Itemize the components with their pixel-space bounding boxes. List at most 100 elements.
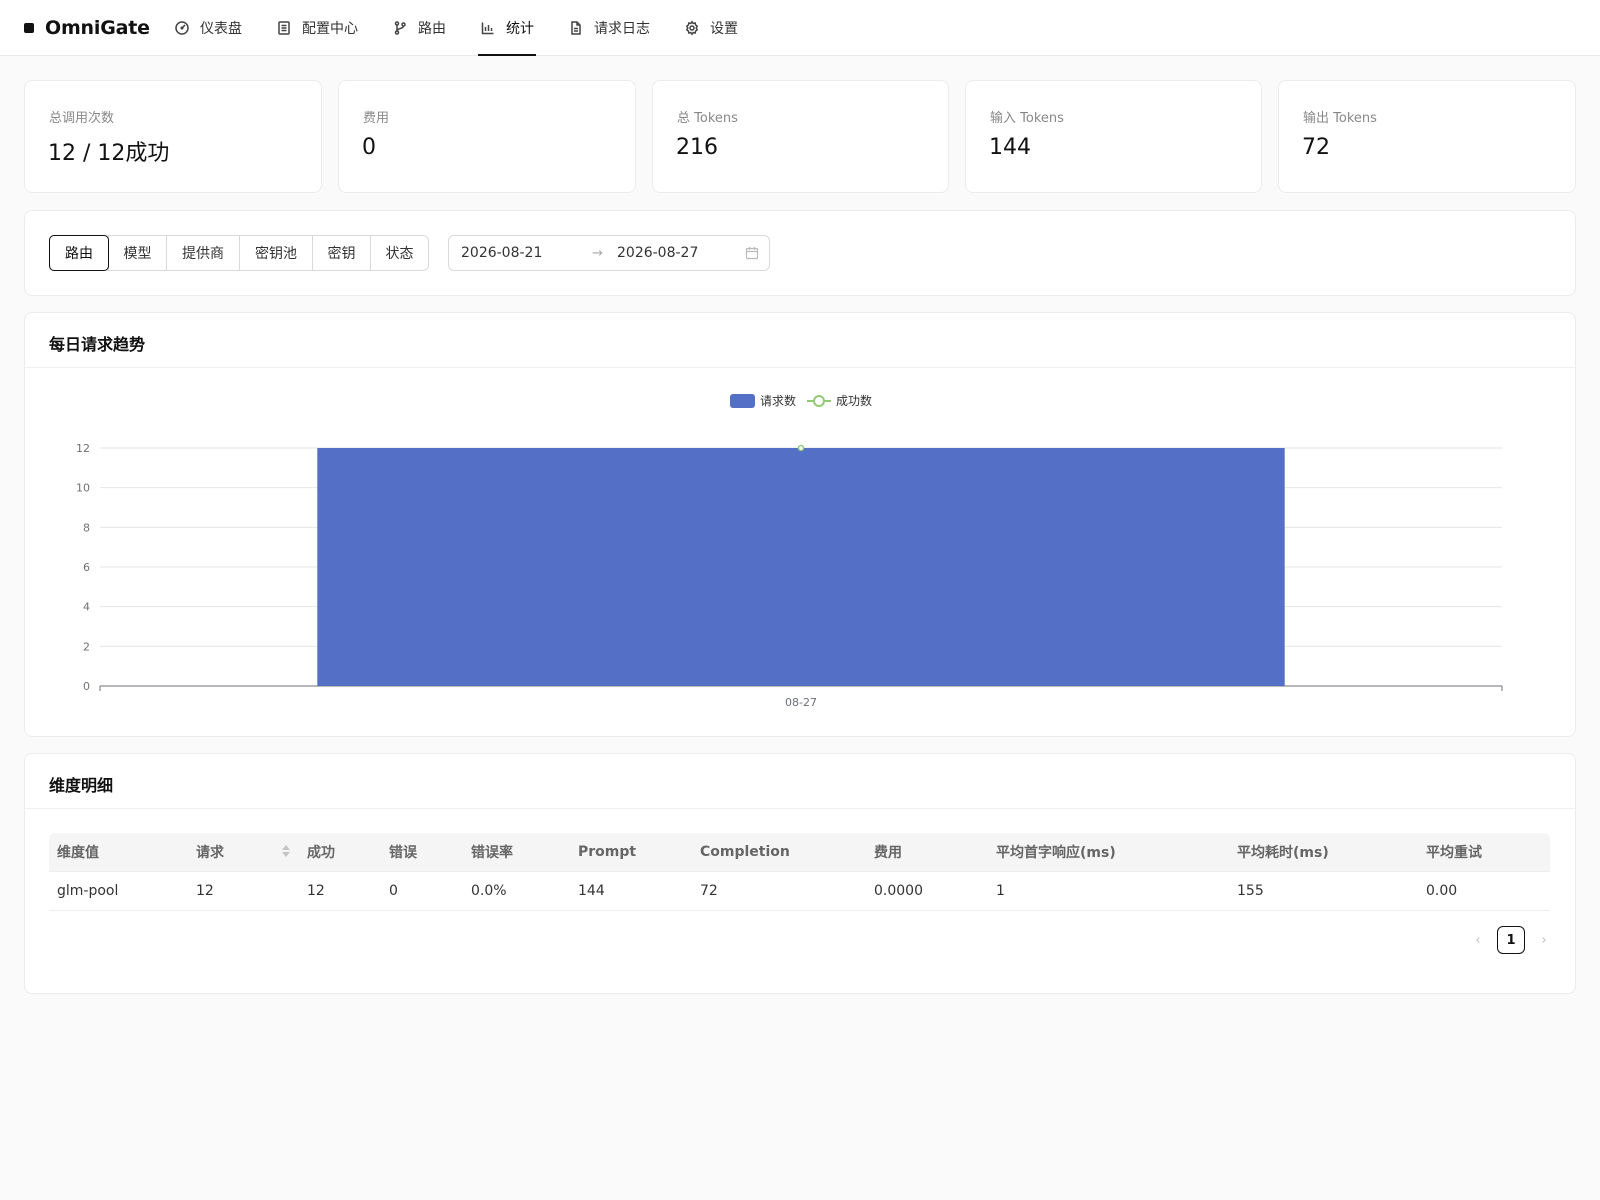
bar-chart-icon [481, 22, 494, 35]
col-header-dimension: 维度值 [49, 833, 188, 871]
date-end-input[interactable]: 2026-08-27 [617, 245, 698, 261]
route-icon [394, 21, 406, 35]
cell-error-rate: 0.0% [463, 870, 570, 911]
col-header-avg-ttft: 平均首字响应(ms) [988, 833, 1229, 871]
trend-chart-card: 每日请求趋势 0 2 4 6 8 10 12 08-27 请求数 成功数 [24, 312, 1576, 737]
nav-item-dashboard[interactable]: 仪表盘 [172, 0, 244, 56]
stat-card-cost: 费用 0 [338, 80, 636, 193]
stat-card-input-tokens: 输入 Tokens 144 [965, 80, 1262, 193]
dimension-segmented-control: 路由 模型 提供商 密钥池 密钥 状态 [49, 235, 429, 271]
cell-prompt: 144 [570, 870, 692, 911]
stat-card-output-tokens: 输出 Tokens 72 [1278, 80, 1576, 193]
log-file-icon [571, 21, 581, 35]
stat-card-total-calls: 总调用次数 12 / 12成功 [24, 80, 322, 193]
main-nav: 仪表盘 配置中心 路由 统计 请求日志 设置 [172, 0, 770, 56]
stat-label: 总 Tokens [677, 111, 738, 126]
legend-swatch-bar [730, 394, 755, 408]
segment-key[interactable]: 密钥 [312, 236, 370, 270]
nav-label: 路由 [418, 21, 446, 37]
dashboard-icon [175, 21, 189, 35]
x-tick-label: 08-27 [785, 696, 817, 709]
detail-table-card: 维度明细 维度值 请求 成功 错误 错误率 Prompt Completion … [24, 753, 1576, 994]
cell-errors: 0 [381, 870, 463, 911]
nav-label: 统计 [506, 21, 534, 37]
cell-avg-latency: 155 [1229, 870, 1418, 911]
detail-table: 维度值 请求 成功 错误 错误率 Prompt Completion 费用 平均… [49, 833, 1550, 911]
filter-bar: 路由 模型 提供商 密钥池 密钥 状态 2026-08-21 → 2026-08… [24, 210, 1576, 296]
stat-label: 输出 Tokens [1303, 111, 1377, 126]
col-header-completion: Completion [692, 833, 866, 871]
y-tick-label: 2 [83, 640, 90, 653]
calendar-icon [745, 247, 759, 260]
brand[interactable]: OmniGate [24, 0, 150, 56]
y-tick-label: 6 [83, 561, 90, 574]
stat-value: 216 [676, 135, 718, 160]
nav-label: 设置 [710, 21, 738, 37]
brand-logo-icon [24, 23, 34, 33]
segment-provider[interactable]: 提供商 [166, 236, 239, 270]
table-header-row: 维度值 请求 成功 错误 错误率 Prompt Completion 费用 平均… [49, 833, 1550, 871]
stat-card-total-tokens: 总 Tokens 216 [652, 80, 949, 193]
nav-item-stats[interactable]: 统计 [478, 0, 536, 56]
cell-success: 12 [299, 870, 381, 911]
date-start-input[interactable]: 2026-08-21 [461, 245, 542, 261]
date-range-arrow-icon: → [592, 245, 603, 261]
y-tick-label: 12 [76, 442, 90, 455]
stat-value: 144 [989, 135, 1031, 160]
cell-requests: 12 [188, 870, 299, 911]
nav-label: 仪表盘 [200, 21, 242, 37]
nav-item-settings[interactable]: 设置 [682, 0, 740, 56]
y-tick-label: 0 [83, 680, 90, 693]
y-tick-label: 4 [83, 601, 90, 614]
cell-avg-retries: 0.00 [1418, 870, 1550, 911]
detail-title: 维度明细 [49, 776, 114, 795]
section-divider [25, 808, 1575, 809]
legend-label-requests: 请求数 [760, 393, 796, 408]
col-header-avg-latency: 平均耗时(ms) [1229, 833, 1418, 871]
stat-label: 输入 Tokens [990, 111, 1064, 126]
y-tick-label: 8 [83, 521, 90, 534]
page-1-button[interactable]: 1 [1497, 926, 1525, 954]
col-header-avg-retries: 平均重试 [1418, 833, 1550, 871]
nav-item-route[interactable]: 路由 [390, 0, 448, 56]
top-header: OmniGate 仪表盘 配置中心 路由 统计 请求日志 设置 [0, 0, 1600, 56]
line-point [797, 444, 805, 452]
col-header-errors: 错误 [381, 833, 463, 871]
nav-label: 请求日志 [594, 21, 650, 37]
stat-label: 费用 [363, 111, 390, 126]
cell-avg-ttft: 1 [988, 870, 1229, 911]
date-range-picker[interactable]: 2026-08-21 → 2026-08-27 [448, 235, 770, 271]
prev-page-button[interactable]: ‹ [1471, 933, 1485, 948]
segment-model[interactable]: 模型 [108, 236, 166, 270]
bar [317, 448, 1285, 686]
trend-title: 每日请求趋势 [49, 335, 146, 354]
nav-label: 配置中心 [302, 21, 358, 37]
y-tick-label: 10 [76, 482, 90, 495]
table-row: glm-pool 12 12 0 0.0% 144 72 0.0000 1 15… [49, 870, 1550, 911]
segment-route[interactable]: 路由 [49, 235, 109, 271]
stat-label: 总调用次数 [49, 111, 115, 126]
cell-dimension: glm-pool [49, 870, 188, 911]
brand-name: OmniGate [45, 17, 150, 39]
nav-item-config[interactable]: 配置中心 [274, 0, 360, 56]
trend-chart: 0 2 4 6 8 10 12 08-27 请求数 成功数 [76, 393, 1503, 709]
legend-swatch-point [813, 395, 825, 407]
stat-value: 12 / 12成功 [48, 141, 170, 166]
stat-value: 72 [1302, 135, 1330, 160]
segment-status[interactable]: 状态 [370, 236, 428, 270]
gear-icon [685, 20, 699, 36]
nav-item-request-log[interactable]: 请求日志 [566, 0, 652, 56]
sort-icon[interactable] [281, 844, 291, 858]
col-header-error-rate: 错误率 [463, 833, 570, 871]
col-header-requests[interactable]: 请求 [188, 833, 299, 871]
config-icon [278, 21, 290, 35]
segment-key-pool[interactable]: 密钥池 [239, 236, 312, 270]
pagination: ‹ 1 › [1471, 926, 1551, 954]
next-page-button[interactable]: › [1537, 933, 1551, 948]
stat-value: 0 [362, 135, 376, 160]
cell-completion: 72 [692, 870, 866, 911]
col-header-success: 成功 [299, 833, 381, 871]
cell-cost: 0.0000 [866, 870, 988, 911]
col-header-prompt: Prompt [570, 833, 692, 871]
col-header-cost: 费用 [866, 833, 988, 871]
